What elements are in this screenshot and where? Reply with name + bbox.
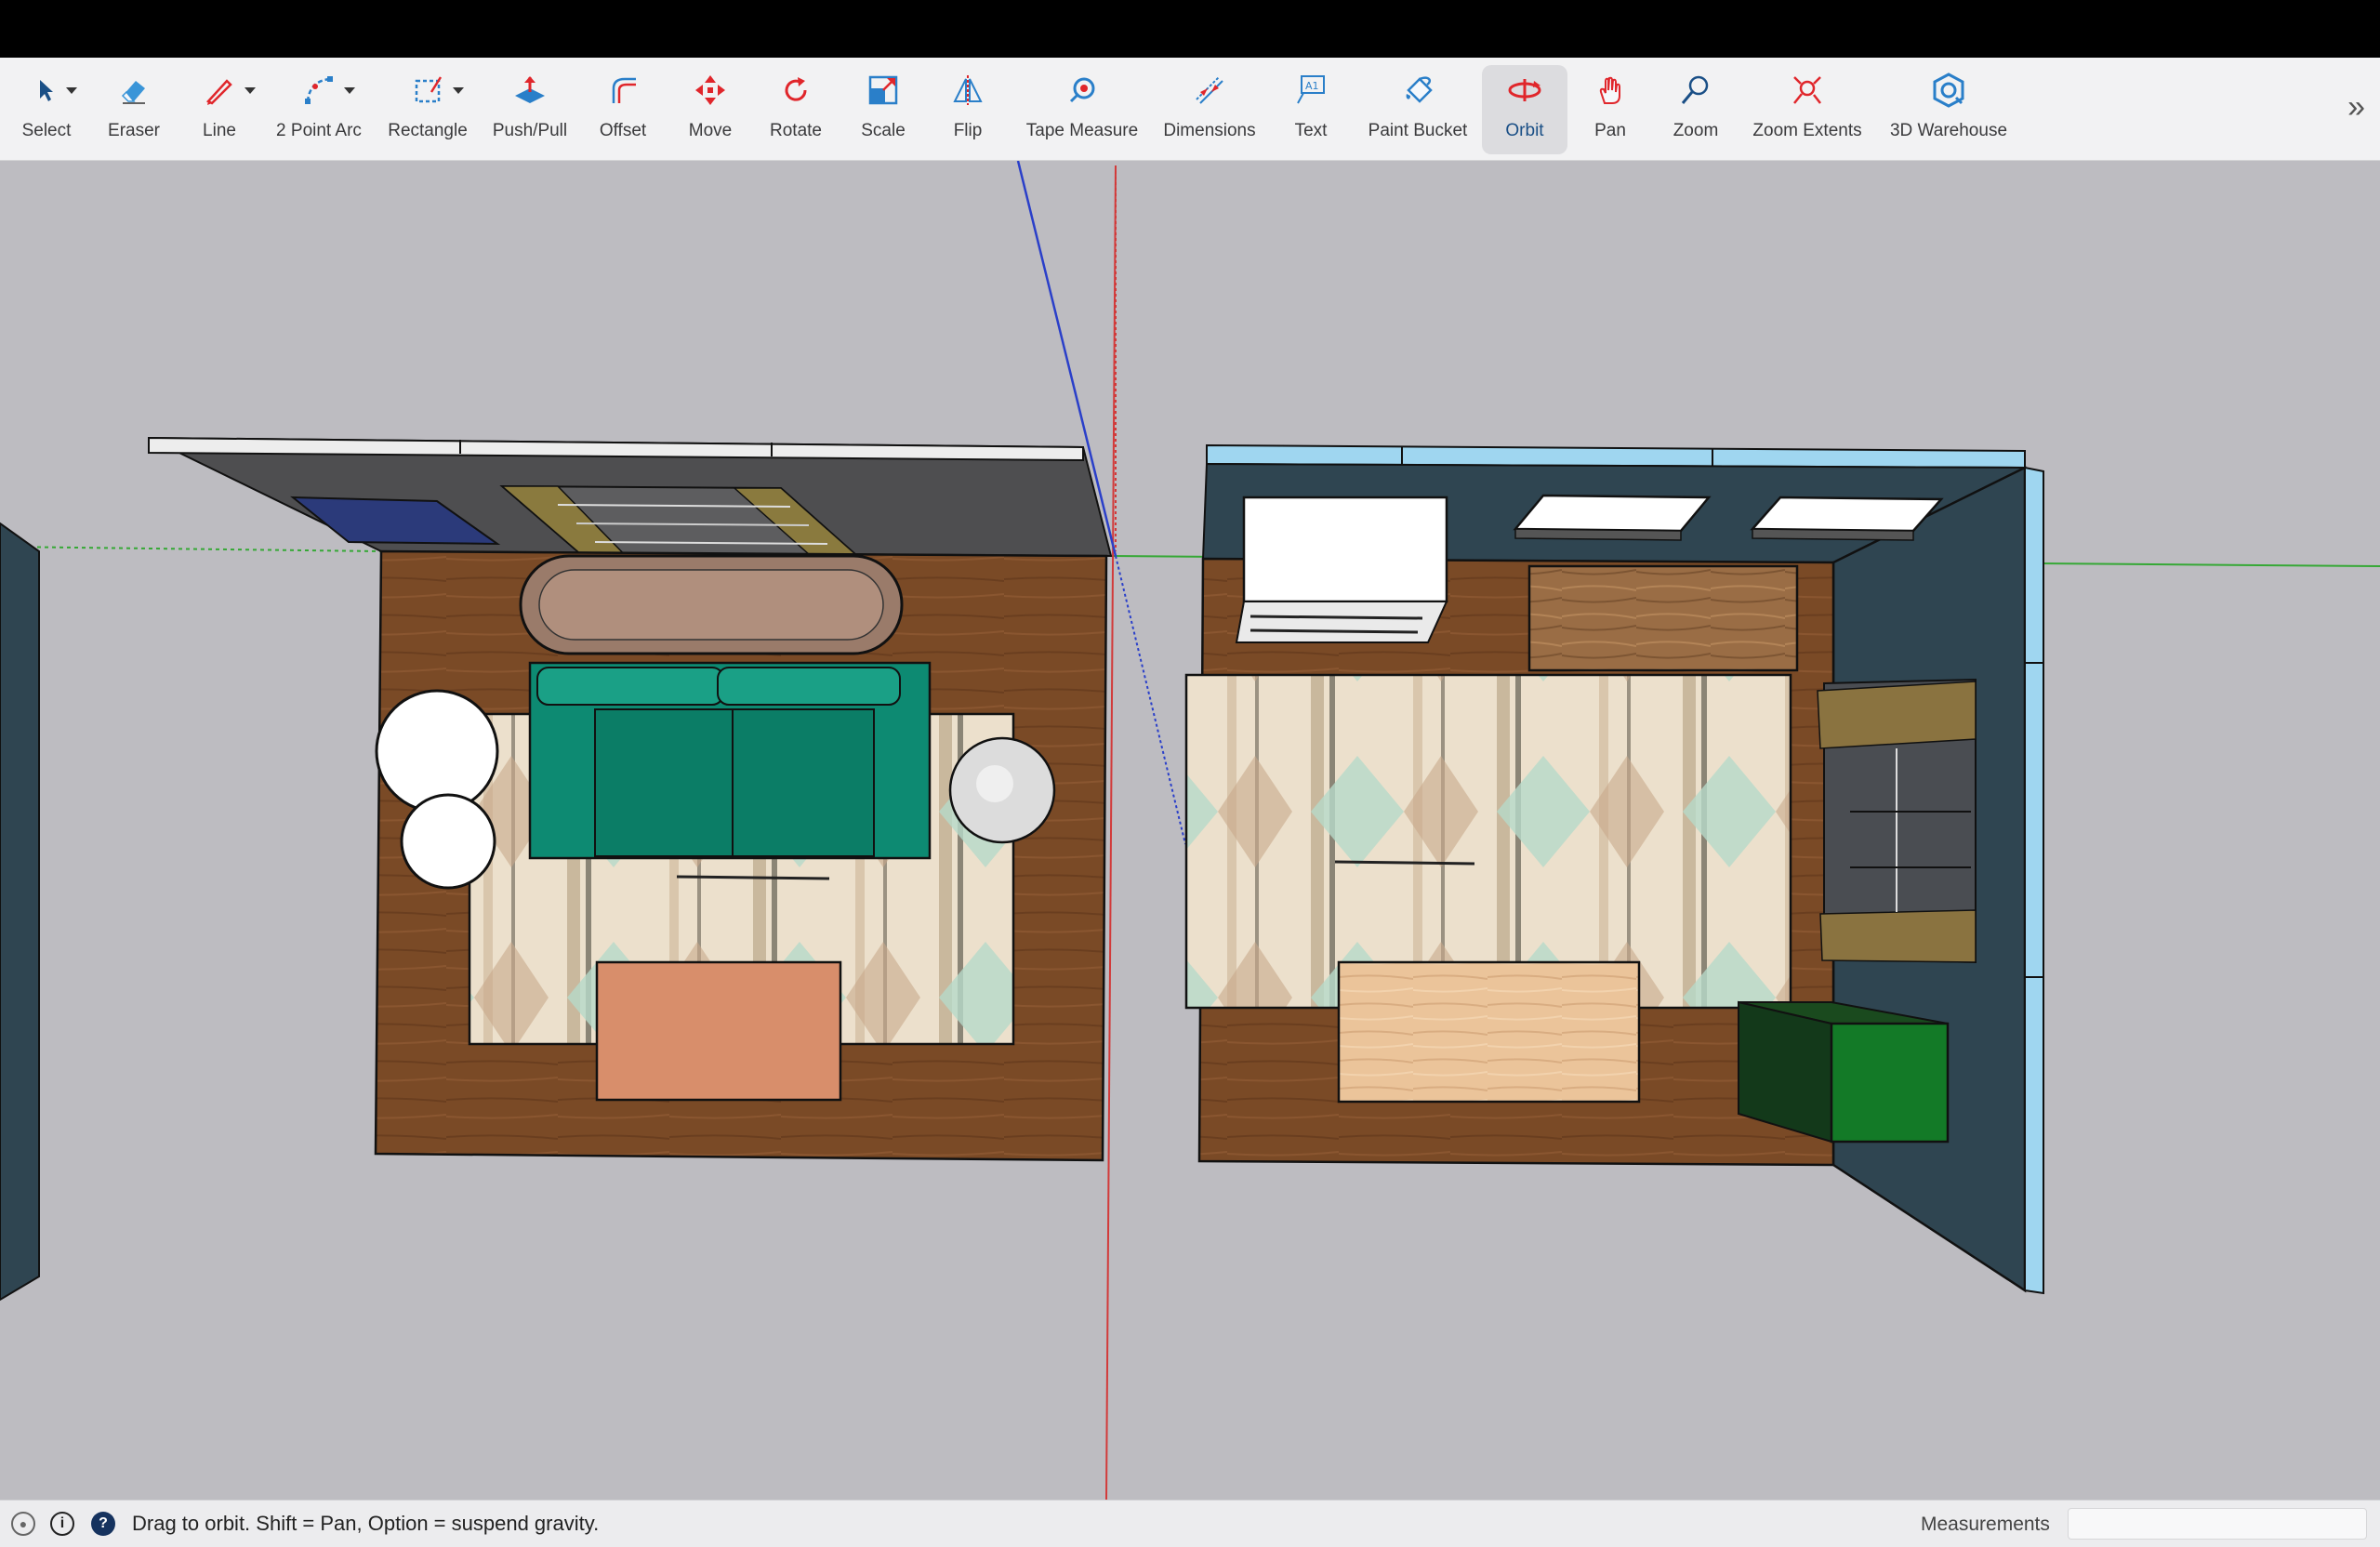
coffee-table-right	[1337, 960, 1641, 1104]
status-bar: ● i ? Drag to orbit. Shift = Pan, Option…	[0, 1500, 2380, 1547]
tool-zoom-extents[interactable]: Zoom Extents	[1744, 65, 1871, 154]
help-icon[interactable]: ?	[91, 1512, 115, 1536]
axis-blue-dotted	[1115, 555, 1186, 845]
tool-orbit[interactable]: Orbit	[1482, 65, 1567, 154]
orbit-icon	[1500, 65, 1550, 115]
eraser-icon	[109, 65, 159, 115]
measurements-input[interactable]	[2068, 1508, 2367, 1540]
tool-dimensions[interactable]: Dimensions	[1158, 65, 1261, 154]
two-point-arc-icon	[294, 65, 355, 115]
tool-label: Eraser	[108, 121, 160, 140]
move-icon	[685, 65, 735, 115]
tool-text[interactable]: A1 Text	[1274, 65, 1348, 154]
axis-red	[1105, 165, 1117, 1501]
model-canvas[interactable]	[0, 160, 2380, 1501]
tool-move[interactable]: Move	[673, 65, 747, 154]
credits-info-icon[interactable]: i	[50, 1512, 74, 1536]
tool-label: Offset	[599, 121, 647, 140]
wall-shelf-1	[1513, 494, 1712, 533]
tool-label: Pan	[1594, 121, 1626, 140]
text-icon: A1	[1286, 65, 1336, 115]
axis-green-left	[0, 546, 382, 552]
tool-2-point-arc[interactable]: 2 Point Arc	[270, 65, 368, 154]
green-cabinet	[1738, 1000, 1950, 1144]
zoom-extents-icon	[1782, 65, 1832, 115]
tool-rectangle[interactable]: Rectangle	[385, 65, 470, 154]
status-hint: Drag to orbit. Shift = Pan, Option = sus…	[132, 1512, 600, 1535]
tool-offset[interactable]: Offset	[586, 65, 660, 154]
3d-viewport[interactable]	[0, 160, 2380, 1501]
tool-paint-bucket[interactable]: Paint Bucket	[1363, 65, 1473, 154]
flip-icon	[943, 65, 993, 115]
tool-rotate[interactable]: Rotate	[759, 65, 833, 154]
tool-label: Zoom	[1673, 121, 1719, 140]
svg-text:A1: A1	[1305, 80, 1319, 92]
tool-label: Move	[688, 121, 733, 140]
tool-scale[interactable]: Scale	[846, 65, 920, 154]
left-room	[148, 436, 1113, 1162]
tool-label: 3D Warehouse	[1889, 121, 2008, 140]
tool-3d-warehouse[interactable]: 3D Warehouse	[1882, 65, 2016, 154]
dimensions-icon	[1184, 65, 1235, 115]
tool-label: Orbit	[1505, 121, 1544, 140]
main-toolbar: Select Eraser Line 2 Point Arc Rectangle…	[0, 58, 2380, 161]
geo-location-icon[interactable]: ●	[11, 1512, 35, 1536]
tool-label: Flip	[953, 121, 983, 140]
right-room	[1184, 443, 2044, 1295]
window-title-bar	[0, 0, 2380, 58]
tool-label: Dimensions	[1163, 121, 1256, 140]
tool-label: Text	[1294, 121, 1328, 140]
select-arrow-icon	[21, 65, 77, 115]
tool-label: Scale	[861, 121, 906, 140]
side-table-round-1	[375, 689, 499, 813]
tool-eraser[interactable]: Eraser	[97, 65, 171, 154]
tool-line[interactable]: Line	[186, 65, 256, 154]
tool-select[interactable]: Select	[9, 65, 84, 154]
paint-bucket-icon	[1393, 65, 1443, 115]
sideboard-right	[1527, 564, 1799, 672]
side-table-round-2	[400, 793, 496, 890]
tool-zoom[interactable]: Zoom	[1660, 65, 1731, 154]
tape-measure-icon	[1057, 65, 1107, 115]
sofa-left	[528, 661, 932, 860]
left-edge-room	[0, 522, 40, 1302]
zoom-icon	[1671, 65, 1721, 115]
tool-flip[interactable]: Flip	[932, 65, 1004, 154]
tool-label: Push/Pull	[492, 121, 568, 140]
push-pull-icon	[505, 65, 555, 115]
rotate-icon	[771, 65, 821, 115]
tool-label: Select	[21, 121, 72, 140]
tool-label: Tape Measure	[1025, 121, 1139, 140]
wall-shelf-2	[1750, 496, 1944, 533]
tool-label: Rotate	[770, 121, 822, 140]
tool-pan[interactable]: Pan	[1575, 65, 1646, 154]
rectangle-icon	[403, 65, 464, 115]
offset-icon	[598, 65, 648, 115]
scale-icon	[858, 65, 908, 115]
coffee-table-left	[595, 960, 842, 1102]
warehouse-icon	[1924, 65, 1974, 115]
measurements-label: Measurements	[1921, 1514, 2050, 1535]
white-cabinet	[1235, 496, 1448, 643]
tool-label: 2 Point Arc	[276, 121, 362, 140]
tool-push-pull[interactable]: Push/Pull	[487, 65, 573, 154]
pan-hand-icon	[1585, 65, 1635, 115]
tool-label: Zoom Extents	[1752, 121, 1862, 140]
tool-label: Line	[203, 121, 236, 140]
pencil-line-icon	[194, 65, 256, 115]
tool-label: Paint Bucket	[1368, 121, 1468, 140]
window-curtain-right	[1817, 678, 1977, 964]
tool-label: Rectangle	[388, 121, 468, 140]
rug-right	[1184, 673, 1792, 1010]
tool-tape-measure[interactable]: Tape Measure	[1021, 65, 1144, 154]
toolbar-overflow-button[interactable]: »	[2347, 89, 2365, 126]
